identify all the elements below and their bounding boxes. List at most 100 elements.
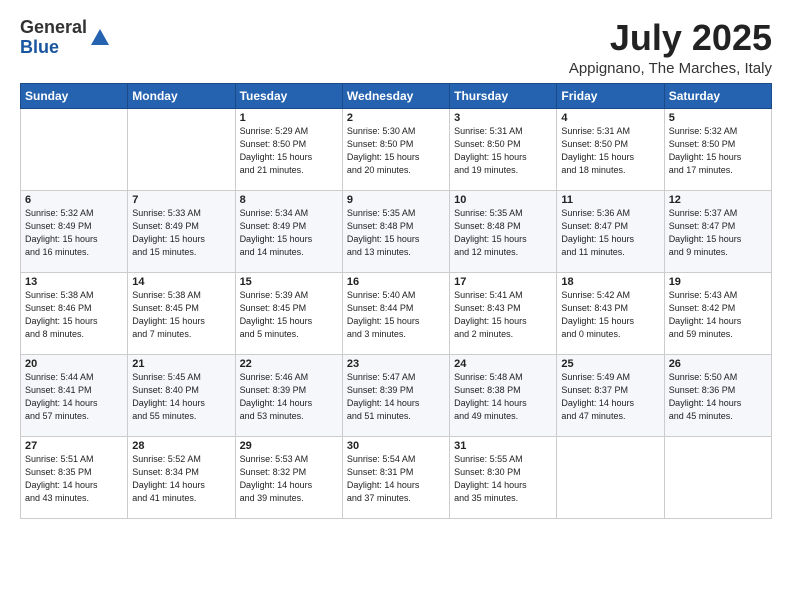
day-number-15: 15 (240, 276, 338, 288)
day-info-31: Sunrise: 5:55 AM Sunset: 8:30 PM Dayligh… (454, 453, 552, 505)
week-row-1: 1Sunrise: 5:29 AM Sunset: 8:50 PM Daylig… (21, 108, 772, 190)
day-info-7: Sunrise: 5:33 AM Sunset: 8:49 PM Dayligh… (132, 207, 230, 259)
day-info-28: Sunrise: 5:52 AM Sunset: 8:34 PM Dayligh… (132, 453, 230, 505)
logo: General Blue (20, 18, 111, 58)
day-number-27: 27 (25, 440, 123, 452)
cell-w1-d4: 3Sunrise: 5:31 AM Sunset: 8:50 PM Daylig… (450, 108, 557, 190)
day-number-10: 10 (454, 194, 552, 206)
cell-w1-d2: 1Sunrise: 5:29 AM Sunset: 8:50 PM Daylig… (235, 108, 342, 190)
cell-w1-d0 (21, 108, 128, 190)
day-number-1: 1 (240, 112, 338, 124)
day-number-13: 13 (25, 276, 123, 288)
day-info-12: Sunrise: 5:37 AM Sunset: 8:47 PM Dayligh… (669, 207, 767, 259)
day-number-22: 22 (240, 358, 338, 370)
day-number-17: 17 (454, 276, 552, 288)
week-row-2: 6Sunrise: 5:32 AM Sunset: 8:49 PM Daylig… (21, 190, 772, 272)
logo-general: General (20, 17, 87, 37)
cell-w2-d0: 6Sunrise: 5:32 AM Sunset: 8:49 PM Daylig… (21, 190, 128, 272)
day-info-2: Sunrise: 5:30 AM Sunset: 8:50 PM Dayligh… (347, 125, 445, 177)
day-number-23: 23 (347, 358, 445, 370)
day-number-11: 11 (561, 194, 659, 206)
week-row-4: 20Sunrise: 5:44 AM Sunset: 8:41 PM Dayli… (21, 354, 772, 436)
day-info-24: Sunrise: 5:48 AM Sunset: 8:38 PM Dayligh… (454, 371, 552, 423)
cell-w3-d6: 19Sunrise: 5:43 AM Sunset: 8:42 PM Dayli… (664, 272, 771, 354)
day-number-6: 6 (25, 194, 123, 206)
day-number-28: 28 (132, 440, 230, 452)
day-info-20: Sunrise: 5:44 AM Sunset: 8:41 PM Dayligh… (25, 371, 123, 423)
day-info-25: Sunrise: 5:49 AM Sunset: 8:37 PM Dayligh… (561, 371, 659, 423)
cell-w5-d2: 29Sunrise: 5:53 AM Sunset: 8:32 PM Dayli… (235, 436, 342, 518)
cell-w2-d3: 9Sunrise: 5:35 AM Sunset: 8:48 PM Daylig… (342, 190, 449, 272)
day-number-4: 4 (561, 112, 659, 124)
cell-w4-d2: 22Sunrise: 5:46 AM Sunset: 8:39 PM Dayli… (235, 354, 342, 436)
calendar-title: July 2025 (569, 18, 772, 58)
day-info-30: Sunrise: 5:54 AM Sunset: 8:31 PM Dayligh… (347, 453, 445, 505)
cell-w3-d0: 13Sunrise: 5:38 AM Sunset: 8:46 PM Dayli… (21, 272, 128, 354)
header-row: General Blue July 2025 Appignano, The Ma… (20, 18, 772, 77)
cell-w3-d3: 16Sunrise: 5:40 AM Sunset: 8:44 PM Dayli… (342, 272, 449, 354)
cell-w2-d6: 12Sunrise: 5:37 AM Sunset: 8:47 PM Dayli… (664, 190, 771, 272)
day-number-8: 8 (240, 194, 338, 206)
calendar-table: Sunday Monday Tuesday Wednesday Thursday… (20, 83, 772, 519)
cell-w4-d1: 21Sunrise: 5:45 AM Sunset: 8:40 PM Dayli… (128, 354, 235, 436)
cell-w4-d6: 26Sunrise: 5:50 AM Sunset: 8:36 PM Dayli… (664, 354, 771, 436)
day-number-26: 26 (669, 358, 767, 370)
day-number-9: 9 (347, 194, 445, 206)
day-info-5: Sunrise: 5:32 AM Sunset: 8:50 PM Dayligh… (669, 125, 767, 177)
day-number-7: 7 (132, 194, 230, 206)
day-info-17: Sunrise: 5:41 AM Sunset: 8:43 PM Dayligh… (454, 289, 552, 341)
cell-w3-d5: 18Sunrise: 5:42 AM Sunset: 8:43 PM Dayli… (557, 272, 664, 354)
cell-w5-d6 (664, 436, 771, 518)
cell-w5-d5 (557, 436, 664, 518)
header-friday: Friday (557, 83, 664, 108)
day-number-16: 16 (347, 276, 445, 288)
logo-icon (89, 27, 111, 49)
day-info-26: Sunrise: 5:50 AM Sunset: 8:36 PM Dayligh… (669, 371, 767, 423)
header-row-days: Sunday Monday Tuesday Wednesday Thursday… (21, 83, 772, 108)
cell-w5-d3: 30Sunrise: 5:54 AM Sunset: 8:31 PM Dayli… (342, 436, 449, 518)
day-info-13: Sunrise: 5:38 AM Sunset: 8:46 PM Dayligh… (25, 289, 123, 341)
cell-w1-d3: 2Sunrise: 5:30 AM Sunset: 8:50 PM Daylig… (342, 108, 449, 190)
header-thursday: Thursday (450, 83, 557, 108)
day-number-31: 31 (454, 440, 552, 452)
day-info-8: Sunrise: 5:34 AM Sunset: 8:49 PM Dayligh… (240, 207, 338, 259)
day-number-14: 14 (132, 276, 230, 288)
day-info-16: Sunrise: 5:40 AM Sunset: 8:44 PM Dayligh… (347, 289, 445, 341)
title-block: July 2025 Appignano, The Marches, Italy (569, 18, 772, 77)
cell-w4-d5: 25Sunrise: 5:49 AM Sunset: 8:37 PM Dayli… (557, 354, 664, 436)
day-info-10: Sunrise: 5:35 AM Sunset: 8:48 PM Dayligh… (454, 207, 552, 259)
cell-w1-d6: 5Sunrise: 5:32 AM Sunset: 8:50 PM Daylig… (664, 108, 771, 190)
day-number-25: 25 (561, 358, 659, 370)
cell-w5-d1: 28Sunrise: 5:52 AM Sunset: 8:34 PM Dayli… (128, 436, 235, 518)
day-number-3: 3 (454, 112, 552, 124)
day-info-22: Sunrise: 5:46 AM Sunset: 8:39 PM Dayligh… (240, 371, 338, 423)
day-number-19: 19 (669, 276, 767, 288)
day-info-11: Sunrise: 5:36 AM Sunset: 8:47 PM Dayligh… (561, 207, 659, 259)
day-info-19: Sunrise: 5:43 AM Sunset: 8:42 PM Dayligh… (669, 289, 767, 341)
day-info-1: Sunrise: 5:29 AM Sunset: 8:50 PM Dayligh… (240, 125, 338, 177)
header-sunday: Sunday (21, 83, 128, 108)
day-number-5: 5 (669, 112, 767, 124)
cell-w4-d3: 23Sunrise: 5:47 AM Sunset: 8:39 PM Dayli… (342, 354, 449, 436)
logo-text: General Blue (20, 18, 87, 58)
day-number-20: 20 (25, 358, 123, 370)
day-info-27: Sunrise: 5:51 AM Sunset: 8:35 PM Dayligh… (25, 453, 123, 505)
cell-w1-d1 (128, 108, 235, 190)
day-info-29: Sunrise: 5:53 AM Sunset: 8:32 PM Dayligh… (240, 453, 338, 505)
day-number-30: 30 (347, 440, 445, 452)
calendar-page: General Blue July 2025 Appignano, The Ma… (0, 0, 792, 612)
day-info-14: Sunrise: 5:38 AM Sunset: 8:45 PM Dayligh… (132, 289, 230, 341)
header-monday: Monday (128, 83, 235, 108)
calendar-subtitle: Appignano, The Marches, Italy (569, 60, 772, 77)
day-number-18: 18 (561, 276, 659, 288)
day-info-9: Sunrise: 5:35 AM Sunset: 8:48 PM Dayligh… (347, 207, 445, 259)
day-info-18: Sunrise: 5:42 AM Sunset: 8:43 PM Dayligh… (561, 289, 659, 341)
day-info-3: Sunrise: 5:31 AM Sunset: 8:50 PM Dayligh… (454, 125, 552, 177)
week-row-5: 27Sunrise: 5:51 AM Sunset: 8:35 PM Dayli… (21, 436, 772, 518)
day-info-6: Sunrise: 5:32 AM Sunset: 8:49 PM Dayligh… (25, 207, 123, 259)
cell-w5-d4: 31Sunrise: 5:55 AM Sunset: 8:30 PM Dayli… (450, 436, 557, 518)
day-number-29: 29 (240, 440, 338, 452)
cell-w5-d0: 27Sunrise: 5:51 AM Sunset: 8:35 PM Dayli… (21, 436, 128, 518)
cell-w2-d2: 8Sunrise: 5:34 AM Sunset: 8:49 PM Daylig… (235, 190, 342, 272)
day-number-2: 2 (347, 112, 445, 124)
